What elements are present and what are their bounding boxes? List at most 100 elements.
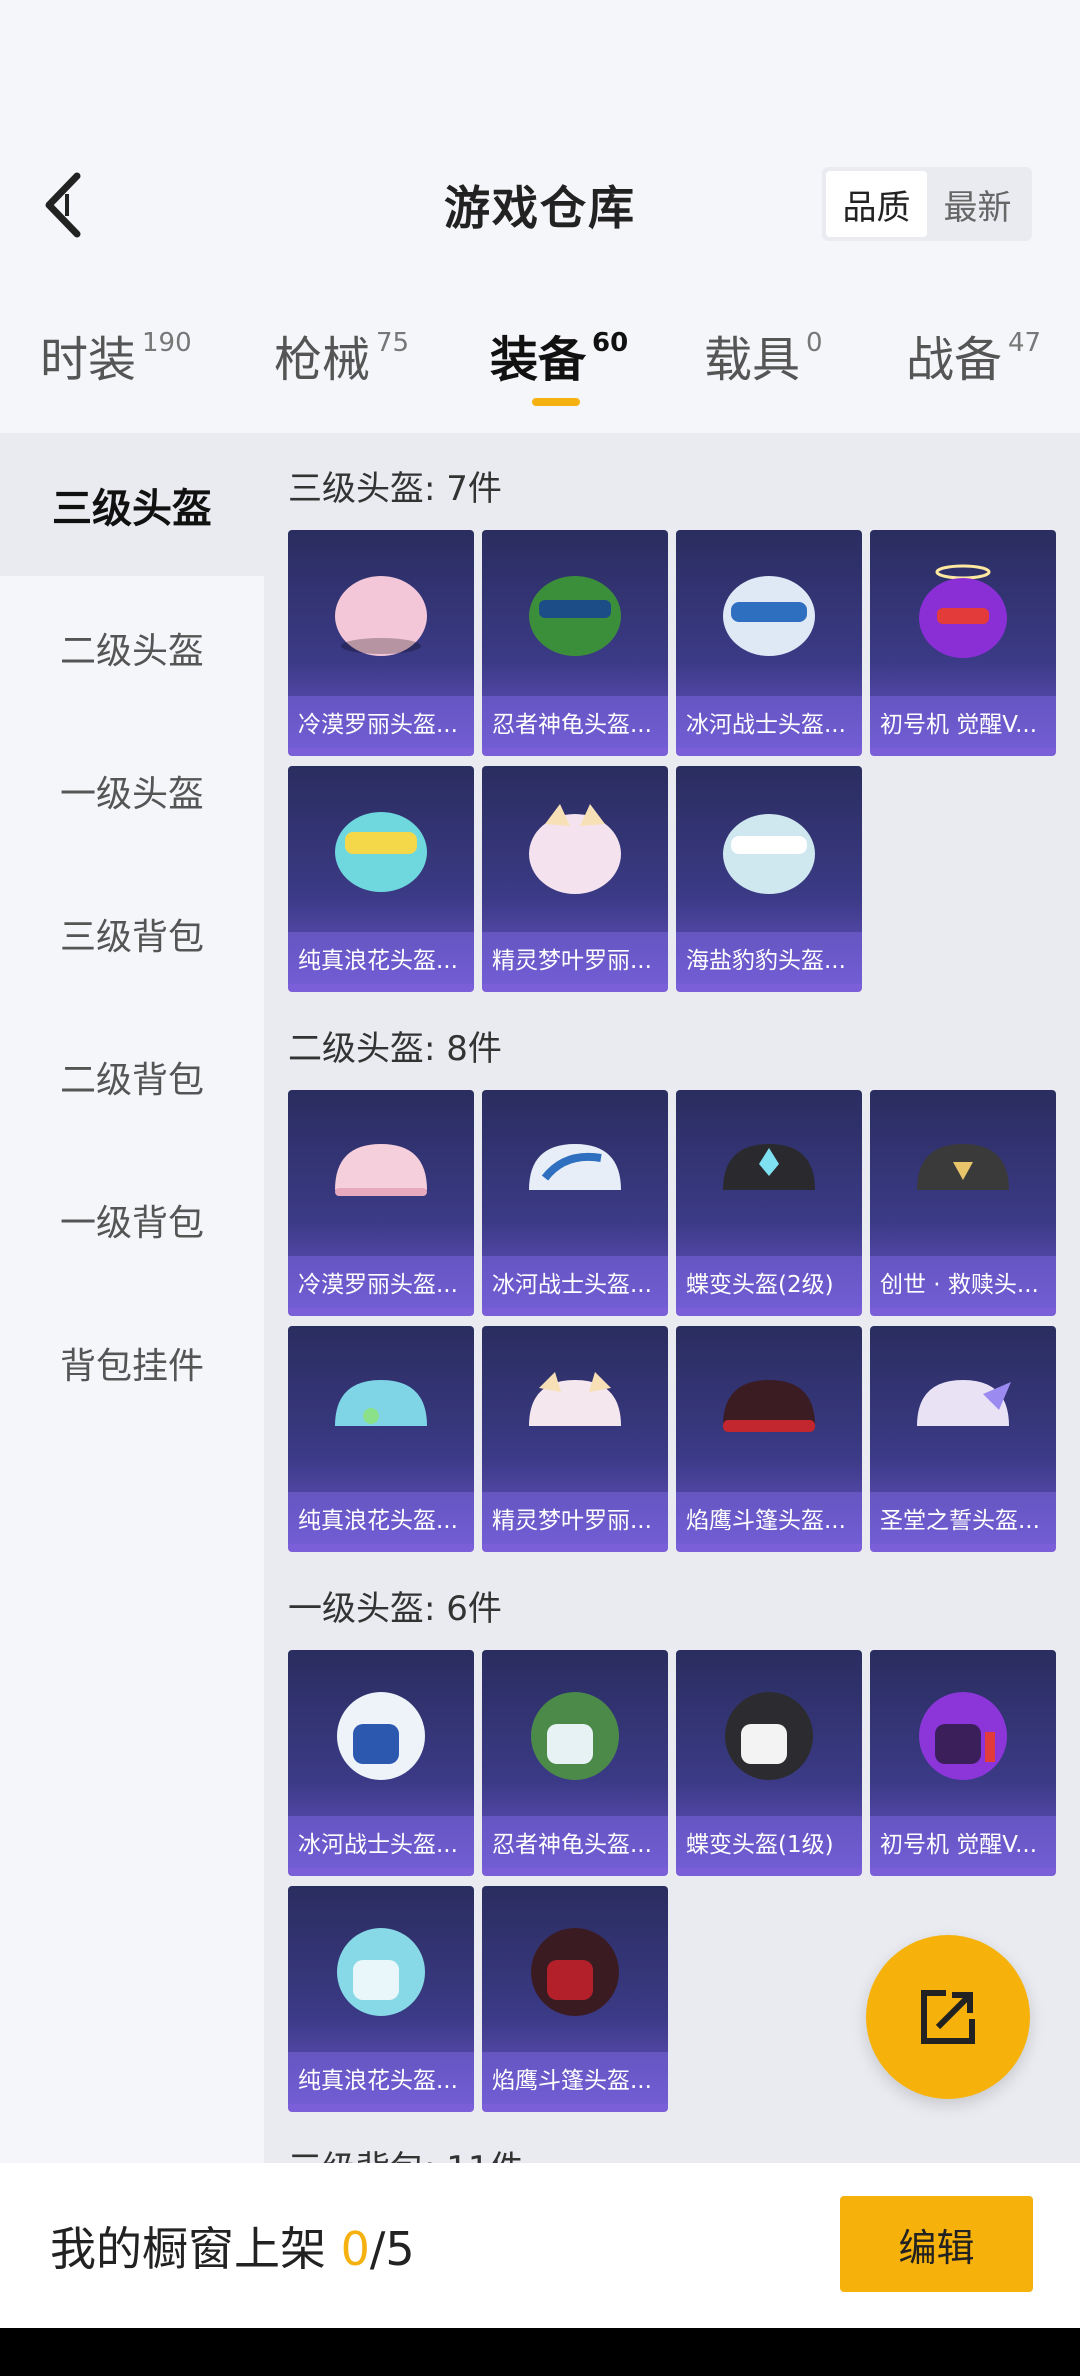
helmet-image xyxy=(288,1650,474,1816)
helmet-image xyxy=(870,1090,1056,1256)
helmet-image xyxy=(676,530,862,696)
sidebar: 三级头盔 二级头盔 一级头盔 三级背包 二级背包 一级背包 背包挂件 xyxy=(0,433,264,2163)
header: 游戏仓库 品质 最新 时装 190 枪械 75 装备 60 载具 0 战备 47 xyxy=(0,0,1080,430)
item-name: 精灵梦叶罗丽... xyxy=(482,1492,668,1544)
tab-guns[interactable]: 枪械 75 xyxy=(274,320,409,390)
item-card[interactable]: 冰河战士头盔... xyxy=(676,530,862,756)
system-nav-bar xyxy=(0,2328,1080,2376)
sort-option-latest[interactable]: 最新 xyxy=(927,171,1028,237)
section-title: 三级头盔: 7件 xyxy=(288,469,502,509)
item-card[interactable]: 海盐豹豹头盔... xyxy=(676,766,862,992)
item-card[interactable]: 冷漠罗丽头盔... xyxy=(288,1090,474,1316)
item-card[interactable]: 圣堂之誓头盔... xyxy=(870,1326,1056,1552)
item-name: 冰河战士头盔... xyxy=(482,1256,668,1308)
helmet-image xyxy=(288,766,474,932)
item-name: 忍者神龟头盔... xyxy=(482,696,668,748)
sidebar-item-level3-helmet[interactable]: 三级头盔 xyxy=(0,433,264,576)
tab-label: 时装 xyxy=(40,332,137,388)
item-card[interactable]: 纯真浪花头盔... xyxy=(288,1326,474,1552)
item-name: 纯真浪花头盔... xyxy=(288,932,474,984)
sidebar-item-backpack-charm[interactable]: 背包挂件 xyxy=(0,1291,264,1434)
item-name: 纯真浪花头盔... xyxy=(288,1492,474,1544)
tab-label: 枪械 xyxy=(274,332,371,388)
item-name: 海盐豹豹头盔... xyxy=(676,932,862,984)
edit-button[interactable]: 编辑 xyxy=(840,2196,1033,2292)
item-card[interactable]: 忍者神龟头盔... xyxy=(482,530,668,756)
section-title: 二级头盔: 8件 xyxy=(288,1029,502,1069)
page: 游戏仓库 品质 最新 时装 190 枪械 75 装备 60 载具 0 战备 47… xyxy=(0,0,1080,2376)
item-card[interactable]: 纯真浪花头盔... xyxy=(288,766,474,992)
helmet-image xyxy=(676,1090,862,1256)
tab-label: 装备 xyxy=(490,332,587,388)
item-name: 焰鹰斗篷头盔... xyxy=(676,1492,862,1544)
item-card[interactable]: 焰鹰斗篷头盔... xyxy=(676,1326,862,1552)
helmet-image xyxy=(482,1886,668,2052)
item-name: 蝶变头盔(2级) xyxy=(676,1256,862,1308)
item-card[interactable]: 初号机 觉醒V... xyxy=(870,530,1056,756)
tab-equipment[interactable]: 装备 60 xyxy=(490,320,628,390)
tab-supplies[interactable]: 战备 47 xyxy=(906,320,1041,390)
helmet-image xyxy=(482,1650,668,1816)
item-name: 蝶变头盔(1级) xyxy=(676,1816,862,1868)
showcase-total-count: /5 xyxy=(369,2222,415,2276)
item-card[interactable]: 冰河战士头盔... xyxy=(288,1650,474,1876)
tab-count: 0 xyxy=(806,328,823,358)
item-card[interactable]: 冰河战士头盔... xyxy=(482,1090,668,1316)
item-name: 初号机 觉醒V... xyxy=(870,1816,1056,1868)
item-card[interactable]: 创世 · 救赎头... xyxy=(870,1090,1056,1316)
helmet-image xyxy=(482,1326,668,1492)
item-card[interactable]: 冷漠罗丽头盔... xyxy=(288,530,474,756)
item-name: 初号机 觉醒V... xyxy=(870,696,1056,748)
item-card[interactable]: 精灵梦叶罗丽... xyxy=(482,766,668,992)
sidebar-item-level3-backpack[interactable]: 三级背包 xyxy=(0,862,264,1005)
tab-count: 47 xyxy=(1008,328,1042,358)
helmet-image xyxy=(676,1650,862,1816)
tab-label: 载具 xyxy=(704,332,801,388)
item-card[interactable]: 蝶变头盔(2级) xyxy=(676,1090,862,1316)
item-name: 忍者神龟头盔... xyxy=(482,1816,668,1868)
sidebar-item-level2-backpack[interactable]: 二级背包 xyxy=(0,1005,264,1148)
active-tab-indicator xyxy=(532,398,580,406)
sidebar-item-level1-helmet[interactable]: 一级头盔 xyxy=(0,719,264,862)
helmet-image xyxy=(870,530,1056,696)
helmet-image xyxy=(870,1650,1056,1816)
tab-count: 60 xyxy=(592,328,629,358)
showcase-label-text: 我的橱窗上架 xyxy=(50,2222,341,2276)
item-name: 创世 · 救赎头... xyxy=(870,1256,1056,1308)
tab-label: 战备 xyxy=(906,332,1003,388)
section-title: 一级头盔: 6件 xyxy=(288,1589,502,1629)
showcase-bar: 我的橱窗上架 0/5 编辑 xyxy=(0,2163,1080,2328)
helmet-image xyxy=(288,1090,474,1256)
tab-fashion[interactable]: 时装 190 xyxy=(40,320,192,390)
item-name: 纯真浪花头盔... xyxy=(288,2052,474,2104)
item-name: 精灵梦叶罗丽... xyxy=(482,932,668,984)
showcase-label: 我的橱窗上架 0/5 xyxy=(50,2213,415,2279)
sort-toggle: 品质 最新 xyxy=(822,167,1032,241)
helmet-image xyxy=(676,1326,862,1492)
item-card[interactable]: 初号机 觉醒V... xyxy=(870,1650,1056,1876)
item-card[interactable]: 焰鹰斗篷头盔... xyxy=(482,1886,668,2112)
item-name: 冰河战士头盔... xyxy=(288,1816,474,1868)
item-card[interactable]: 精灵梦叶罗丽... xyxy=(482,1326,668,1552)
share-button[interactable] xyxy=(866,1935,1030,2099)
helmet-image xyxy=(676,766,862,932)
item-card[interactable]: 忍者神龟头盔... xyxy=(482,1650,668,1876)
sidebar-item-level2-helmet[interactable]: 二级头盔 xyxy=(0,576,264,719)
tab-vehicles[interactable]: 载具 0 xyxy=(704,320,823,390)
sort-option-quality[interactable]: 品质 xyxy=(826,171,927,237)
item-name: 冰河战士头盔... xyxy=(676,696,862,748)
helmet-image xyxy=(288,1326,474,1492)
item-card[interactable]: 纯真浪花头盔... xyxy=(288,1886,474,2112)
sidebar-item-level1-backpack[interactable]: 一级背包 xyxy=(0,1148,264,1291)
item-name: 圣堂之誓头盔... xyxy=(870,1492,1056,1544)
helmet-image xyxy=(482,1090,668,1256)
helmet-image xyxy=(482,530,668,696)
helmet-image xyxy=(482,766,668,932)
tab-count: 75 xyxy=(376,328,410,358)
share-icon xyxy=(921,1990,975,2044)
item-name: 冷漠罗丽头盔... xyxy=(288,1256,474,1308)
item-grid: 三级头盔: 7件 冷漠罗丽头盔... 忍者神龟头盔... 冰河战士头盔... 初… xyxy=(264,433,1080,2163)
showcase-current-count: 0 xyxy=(340,2222,370,2276)
section-title: 三级背包: 11件 xyxy=(288,2141,524,2163)
item-card[interactable]: 蝶变头盔(1级) xyxy=(676,1650,862,1876)
